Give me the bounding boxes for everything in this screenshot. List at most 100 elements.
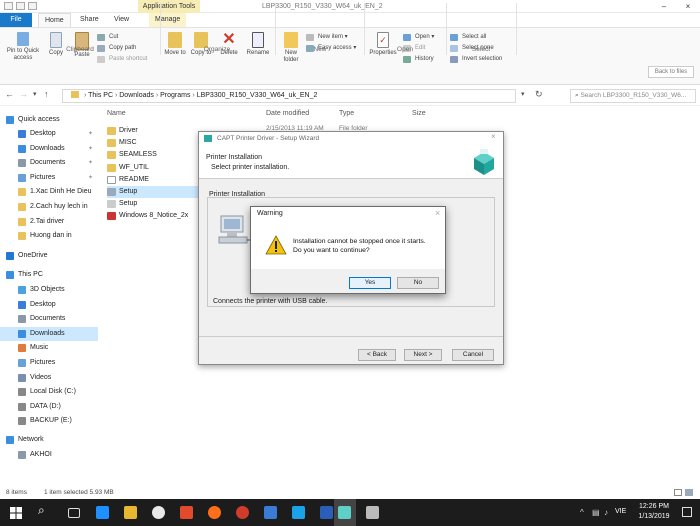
up-arrow-icon[interactable]: ↑ <box>44 89 49 99</box>
clock-time[interactable]: 12:26 PM <box>634 503 674 510</box>
close-button[interactable]: × <box>678 0 698 13</box>
column-date-modified[interactable]: Date modified <box>266 110 309 117</box>
input-language[interactable]: VIE <box>615 508 626 515</box>
file-row[interactable]: SEAMLESS <box>107 149 157 161</box>
nav-onedrive[interactable]: OneDrive <box>0 249 98 263</box>
nav-quick-access[interactable]: Quick access <box>0 113 98 127</box>
cancel-button[interactable]: Cancel <box>452 349 494 361</box>
column-type[interactable]: Type <box>339 110 354 117</box>
nav-pc-item[interactable]: Desktop <box>0 298 98 312</box>
file-row[interactable]: README <box>107 174 149 186</box>
file-explorer-icon[interactable] <box>124 506 137 519</box>
nav-pc-item[interactable]: Local Disk (C:) <box>0 385 98 399</box>
new-folder-quick-icon[interactable] <box>28 2 37 10</box>
nav-quick-item[interactable]: 1.Xac Dinh He Dieu <box>0 185 98 199</box>
nav-pc-item[interactable]: Pictures <box>0 356 98 370</box>
rename-button[interactable]: Rename <box>244 32 272 57</box>
nav-quick-item[interactable]: 2.Tai driver <box>0 215 98 229</box>
breadcrumb-current-folder[interactable]: LBP3300_R150_V330_W64_uk_EN_2 <box>197 92 318 99</box>
zalo-icon[interactable] <box>292 506 305 519</box>
wizard-close-icon[interactable]: × <box>491 132 496 141</box>
minimize-button[interactable]: – <box>654 0 674 13</box>
large-icons-view-icon[interactable] <box>685 489 693 496</box>
back-arrow-icon[interactable]: ← <box>5 89 14 99</box>
address-dropdown-icon[interactable]: ▾ <box>521 90 525 98</box>
explorer-icon[interactable] <box>4 2 13 10</box>
open-button[interactable]: Open ▾ <box>403 33 434 42</box>
nav-pc-item[interactable]: DATA (D:) <box>0 400 98 414</box>
network-tray-icon[interactable]: ▤ <box>592 508 600 517</box>
file-row[interactable]: Driver <box>107 125 138 137</box>
column-size[interactable]: Size <box>412 110 426 117</box>
nav-pc-item[interactable]: Music <box>0 341 98 355</box>
nav-network-item[interactable]: AKHOI <box>0 448 98 462</box>
tray-chevron-icon[interactable]: ^ <box>580 508 584 517</box>
tab-manage[interactable]: Manage <box>149 13 187 27</box>
nav-quick-item[interactable]: Huong dan in <box>0 229 98 243</box>
chrome-icon[interactable] <box>152 506 165 519</box>
column-name[interactable]: Name <box>107 110 126 117</box>
search-taskbar-icon[interactable]: ⌕ <box>38 503 45 518</box>
nav-pc-item[interactable]: 3D Objects <box>0 283 98 297</box>
recent-chevron-icon[interactable]: ▾ <box>33 90 37 98</box>
breadcrumb-downloads[interactable]: Downloads <box>119 92 154 99</box>
history-button[interactable]: History <box>403 55 434 64</box>
app-icon[interactable] <box>366 506 379 519</box>
search-input[interactable]: ⌕ Search LBP3300_R150_V330_W6... <box>570 89 696 103</box>
printer-setup-taskbar-icon[interactable] <box>338 506 351 519</box>
tab-share[interactable]: Share <box>74 13 105 27</box>
tab-file[interactable]: File <box>0 13 32 27</box>
details-view-icon[interactable] <box>674 489 682 496</box>
back-button[interactable]: < Back <box>358 349 396 361</box>
breadcrumb-this-pc[interactable]: This PC <box>88 92 113 99</box>
paste-shortcut-button[interactable]: Paste shortcut <box>97 55 147 64</box>
nav-quick-item[interactable]: Pictures ✦ <box>0 171 98 185</box>
edge-icon[interactable] <box>96 506 109 519</box>
nav-this-pc[interactable]: This PC <box>0 268 98 282</box>
word-icon[interactable] <box>320 506 333 519</box>
task-view-icon[interactable] <box>68 508 80 518</box>
clock-date[interactable]: 1/13/2019 <box>634 513 674 520</box>
nav-pc-item[interactable]: Videos <box>0 371 98 385</box>
copy-button[interactable]: Copy <box>44 32 68 57</box>
no-button[interactable]: No <box>397 277 439 289</box>
new-item-button[interactable]: New item ▾ <box>306 33 348 42</box>
file-row[interactable]: Setup <box>107 198 137 210</box>
refresh-icon[interactable]: ↻ <box>535 89 543 100</box>
volume-icon[interactable]: ♪ <box>604 508 608 517</box>
app-icon[interactable] <box>180 506 193 519</box>
windows-start-icon[interactable] <box>10 507 22 519</box>
app-icon[interactable] <box>264 506 277 519</box>
nav-quick-item[interactable]: Downloads ✦ <box>0 142 98 156</box>
nav-pc-item[interactable]: Downloads <box>0 326 98 341</box>
opera-icon[interactable] <box>236 506 249 519</box>
breadcrumb-programs[interactable]: Programs <box>160 92 190 99</box>
file-row[interactable]: Setup <box>107 186 199 198</box>
forward-arrow-icon[interactable]: → <box>19 89 28 99</box>
firefox-icon[interactable] <box>208 506 221 519</box>
select-all-button[interactable]: Select all <box>450 33 486 42</box>
tab-view[interactable]: View <box>108 13 135 27</box>
nav-quick-item[interactable]: Desktop ✦ <box>0 127 98 141</box>
invert-selection-button[interactable]: Invert selection <box>450 55 502 64</box>
file-row[interactable]: WF_UTIL <box>107 162 149 174</box>
nav-network[interactable]: Network <box>0 433 98 447</box>
cut-button[interactable]: Cut <box>97 33 118 42</box>
move-to-button[interactable]: Move to <box>164 32 186 57</box>
delete-button[interactable]: ✕ Delete <box>217 32 241 57</box>
tab-home[interactable]: Home <box>38 13 71 27</box>
notification-icon[interactable] <box>682 507 692 517</box>
copy-to-button[interactable]: Copy to <box>190 32 212 57</box>
warning-close-icon[interactable]: × <box>435 208 440 218</box>
file-row[interactable]: MISC <box>107 137 137 149</box>
file-row[interactable]: Windows 8_Notice_2x <box>107 210 188 222</box>
nav-pc-item[interactable]: Documents <box>0 312 98 326</box>
address-path[interactable]: › This PC › Downloads › Programs › LBP33… <box>62 89 516 103</box>
next-button[interactable]: Next > <box>404 349 442 361</box>
nav-quick-item[interactable]: 2.Cach huy lech in <box>0 200 98 214</box>
properties-quick-icon[interactable] <box>16 2 25 10</box>
properties-button[interactable]: ✓ Properties <box>366 32 400 57</box>
nav-quick-item[interactable]: Documents ✦ <box>0 156 98 170</box>
nav-pc-item[interactable]: BACKUP (E:) <box>0 414 98 428</box>
yes-button[interactable]: Yes <box>349 277 391 289</box>
